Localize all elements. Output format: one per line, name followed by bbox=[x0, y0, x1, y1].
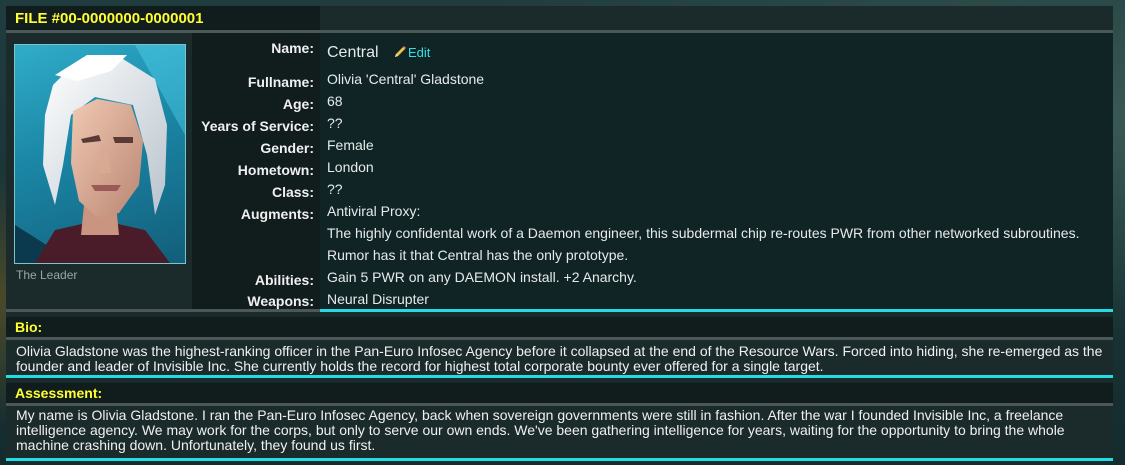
name-value: Central bbox=[327, 44, 379, 61]
info-divider-accent bbox=[320, 309, 1113, 312]
service-value: ?? bbox=[327, 115, 343, 131]
hometown-label: Hometown: bbox=[237, 162, 314, 178]
weapons-label: Weapons: bbox=[247, 293, 314, 309]
edit-label: Edit bbox=[408, 45, 431, 60]
bio-heading: Bio: bbox=[6, 317, 1113, 337]
bio-text: Olivia Gladstone was the highest-ranking… bbox=[6, 342, 1113, 375]
age-value: 68 bbox=[327, 93, 343, 109]
augment-rumor: Rumor has it that Central has the only p… bbox=[327, 247, 629, 263]
assessment-heading: Assessment: bbox=[6, 383, 1113, 403]
augment-description: The highly confidental work of a Daemon … bbox=[327, 225, 1080, 241]
agent-portrait bbox=[14, 44, 186, 264]
assessment-text: My name is Olivia Gladstone. I ran the P… bbox=[6, 406, 1113, 458]
gender-label: Gender: bbox=[260, 140, 314, 156]
age-label: Age: bbox=[282, 96, 314, 112]
gender-value: Female bbox=[327, 137, 374, 153]
class-label: Class: bbox=[271, 184, 314, 200]
weapons-value: Neural Disrupter bbox=[327, 291, 429, 307]
service-label: Years of Service: bbox=[201, 118, 314, 134]
edit-name-link[interactable]: Edit bbox=[393, 45, 430, 60]
hometown-value: London bbox=[327, 159, 374, 175]
pencil-icon bbox=[395, 46, 406, 57]
portrait-image bbox=[15, 45, 185, 263]
augments-label: Augments: bbox=[240, 206, 314, 222]
abilities-value: Gain 5 PWR on any DAEMON install. +2 Ana… bbox=[327, 269, 637, 285]
info-divider-left bbox=[6, 309, 320, 312]
name-label: Name: bbox=[271, 40, 314, 56]
assessment-divider bbox=[6, 458, 1113, 461]
bio-heading-divider bbox=[6, 337, 1113, 340]
portrait-caption: The Leader bbox=[16, 268, 78, 282]
augment-title: Antiviral Proxy: bbox=[327, 203, 421, 219]
class-value: ?? bbox=[327, 181, 343, 197]
fullname-value: Olivia 'Central' Gladstone bbox=[327, 71, 485, 87]
file-title: FILE #00-0000000-0000001 bbox=[6, 6, 320, 30]
bio-divider bbox=[6, 375, 1113, 378]
abilities-label: Abilities: bbox=[254, 272, 314, 288]
fullname-label: Fullname: bbox=[247, 74, 314, 90]
